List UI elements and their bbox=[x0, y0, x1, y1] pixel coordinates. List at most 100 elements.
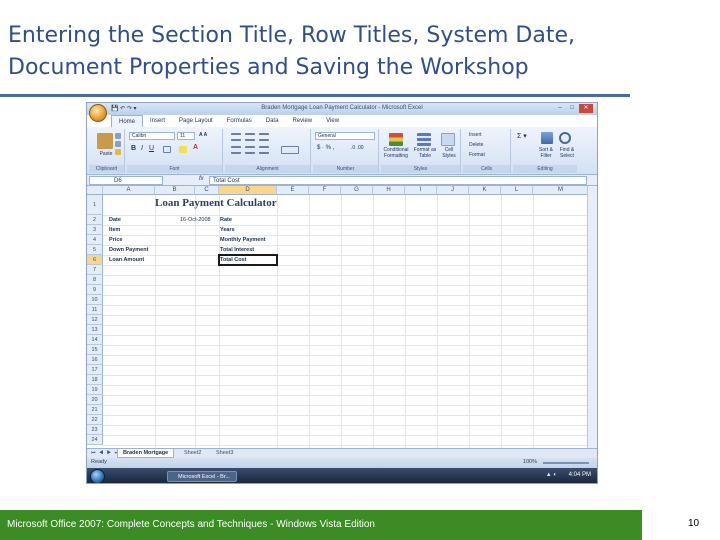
row-header-22[interactable]: 22 bbox=[87, 415, 103, 425]
tab-formulas[interactable]: Formulas bbox=[220, 115, 259, 127]
sheet-tab-sheet2[interactable]: Sheet2 bbox=[179, 449, 206, 458]
bold-icon[interactable]: B bbox=[131, 145, 136, 152]
accounting-icon[interactable]: $ · % , bbox=[317, 145, 334, 151]
col-header-m[interactable]: M bbox=[533, 186, 589, 195]
delete-cells-button[interactable]: Delete bbox=[469, 142, 483, 148]
row-header-16[interactable]: 16 bbox=[87, 355, 103, 365]
start-button[interactable] bbox=[90, 469, 105, 483]
sheet-nav-arrows[interactable]: ⏮ ◀ ▶ ⏭ bbox=[91, 450, 120, 456]
number-format-select[interactable]: General bbox=[315, 132, 375, 140]
row-header-20[interactable]: 20 bbox=[87, 395, 103, 405]
row-header-13[interactable]: 13 bbox=[87, 325, 103, 335]
cell-b6[interactable]: Loan Amount bbox=[109, 255, 144, 265]
system-tray-icons[interactable]: ▲ ◐ bbox=[546, 472, 557, 478]
cut-icon[interactable] bbox=[115, 133, 121, 139]
underline-icon[interactable]: U bbox=[149, 145, 154, 152]
row-header-17[interactable]: 17 bbox=[87, 365, 103, 375]
align-bottom-icon[interactable] bbox=[259, 133, 269, 141]
col-header-f[interactable]: F bbox=[309, 186, 341, 195]
format-painter-icon[interactable] bbox=[115, 149, 121, 155]
row-header-2[interactable]: 2 bbox=[87, 215, 103, 225]
center-icon[interactable] bbox=[245, 146, 255, 154]
copy-icon[interactable] bbox=[115, 141, 121, 147]
tab-page-layout[interactable]: Page Layout bbox=[172, 115, 220, 127]
office-button[interactable] bbox=[89, 104, 107, 122]
align-right-icon[interactable] bbox=[259, 146, 269, 154]
row-header-19[interactable]: 19 bbox=[87, 385, 103, 395]
col-header-b[interactable]: B bbox=[155, 186, 195, 195]
tab-data[interactable]: Data bbox=[259, 115, 286, 127]
font-color-icon[interactable]: A bbox=[193, 144, 198, 151]
col-header-d[interactable]: D bbox=[219, 186, 277, 195]
font-name-select[interactable]: Calibri bbox=[129, 132, 175, 140]
merge-center-icon[interactable] bbox=[281, 146, 299, 154]
tab-home[interactable]: Home bbox=[111, 115, 144, 127]
row-header-11[interactable]: 11 bbox=[87, 305, 103, 315]
name-box[interactable]: D6 bbox=[89, 176, 163, 185]
col-header-l[interactable]: L bbox=[501, 186, 533, 195]
vertical-scrollbar[interactable] bbox=[587, 186, 597, 448]
col-header-j[interactable]: J bbox=[437, 186, 469, 195]
cell-d4[interactable]: Monthly Payment bbox=[220, 235, 266, 245]
sheet-tab-sheet3[interactable]: Sheet3 bbox=[211, 449, 238, 458]
col-header-c[interactable]: C bbox=[195, 186, 219, 195]
autosum-icon[interactable]: Σ ▾ bbox=[517, 132, 527, 140]
align-left-icon[interactable] bbox=[231, 146, 241, 154]
insert-cells-button[interactable]: Insert bbox=[469, 132, 482, 138]
row-header-3[interactable]: 3 bbox=[87, 225, 103, 235]
row-header-23[interactable]: 23 bbox=[87, 425, 103, 435]
cell-b5[interactable]: Down Payment bbox=[109, 245, 148, 255]
row-header-1[interactable]: 1 bbox=[87, 195, 103, 215]
select-all-corner[interactable] bbox=[87, 186, 103, 195]
col-header-e[interactable]: E bbox=[277, 186, 309, 195]
tab-view[interactable]: View bbox=[319, 115, 346, 127]
row-header-9[interactable]: 9 bbox=[87, 285, 103, 295]
row-header-10[interactable]: 10 bbox=[87, 295, 103, 305]
row-header-7[interactable]: 7 bbox=[87, 265, 103, 275]
cell-b2[interactable]: Date bbox=[109, 215, 121, 225]
conditional-formatting-button[interactable]: Conditional Formatting bbox=[381, 147, 411, 159]
align-top-icon[interactable] bbox=[231, 133, 241, 141]
align-middle-icon[interactable] bbox=[245, 133, 255, 141]
find-select-button[interactable]: Find & Select bbox=[557, 147, 577, 159]
font-size-select[interactable]: 11 bbox=[177, 132, 195, 140]
cell-b4[interactable]: Price bbox=[109, 235, 122, 245]
col-header-i[interactable]: I bbox=[405, 186, 437, 195]
col-header-a[interactable]: A bbox=[103, 186, 155, 195]
row-header-8[interactable]: 8 bbox=[87, 275, 103, 285]
zoom-slider[interactable] bbox=[543, 462, 589, 464]
col-header-h[interactable]: H bbox=[373, 186, 405, 195]
fx-icon[interactable]: fx bbox=[199, 176, 204, 182]
row-header-14[interactable]: 14 bbox=[87, 335, 103, 345]
fill-color-icon[interactable] bbox=[179, 146, 187, 153]
worksheet-grid[interactable]: A B C D E F G H I J K L M 1 2 3 4 5 6 7 … bbox=[87, 186, 597, 448]
cell-styles-button[interactable]: Cell Styles bbox=[439, 147, 459, 159]
cell-b3[interactable]: Item bbox=[109, 225, 120, 235]
row-header-24[interactable]: 24 bbox=[87, 435, 103, 445]
taskbar-excel-button[interactable]: Microsoft Excel - Br... bbox=[167, 471, 237, 482]
sort-filter-button[interactable]: Sort & Filter bbox=[535, 147, 557, 159]
grow-font-icon[interactable]: A A bbox=[199, 132, 207, 138]
row-header-18[interactable]: 18 bbox=[87, 375, 103, 385]
tab-insert[interactable]: Insert bbox=[143, 115, 172, 127]
formula-input[interactable]: Total Cost bbox=[209, 176, 587, 185]
cell-d3[interactable]: Years bbox=[220, 225, 235, 235]
zoom-level[interactable]: 100% bbox=[523, 459, 537, 465]
row-header-6[interactable]: 6 bbox=[87, 255, 103, 265]
tab-review[interactable]: Review bbox=[285, 115, 319, 127]
row-header-4[interactable]: 4 bbox=[87, 235, 103, 245]
row-header-12[interactable]: 12 bbox=[87, 315, 103, 325]
cell-c2[interactable]: 16-Oct-2008 bbox=[180, 215, 211, 225]
decimal-icon[interactable]: .0 .00 bbox=[351, 145, 364, 151]
col-header-k[interactable]: K bbox=[469, 186, 501, 195]
maximize-button[interactable]: □ bbox=[567, 104, 577, 113]
italic-icon[interactable]: I bbox=[141, 145, 143, 152]
row-header-15[interactable]: 15 bbox=[87, 345, 103, 355]
format-as-table-button[interactable]: Format as Table bbox=[413, 147, 437, 159]
format-cells-button[interactable]: Format bbox=[469, 152, 485, 158]
row-header-5[interactable]: 5 bbox=[87, 245, 103, 255]
borders-icon[interactable] bbox=[163, 146, 171, 153]
sheet-tab-braden-mortgage[interactable]: Braden Mortgage bbox=[117, 449, 175, 458]
cell-d2[interactable]: Rate bbox=[220, 215, 232, 225]
minimize-button[interactable]: – bbox=[555, 104, 565, 113]
